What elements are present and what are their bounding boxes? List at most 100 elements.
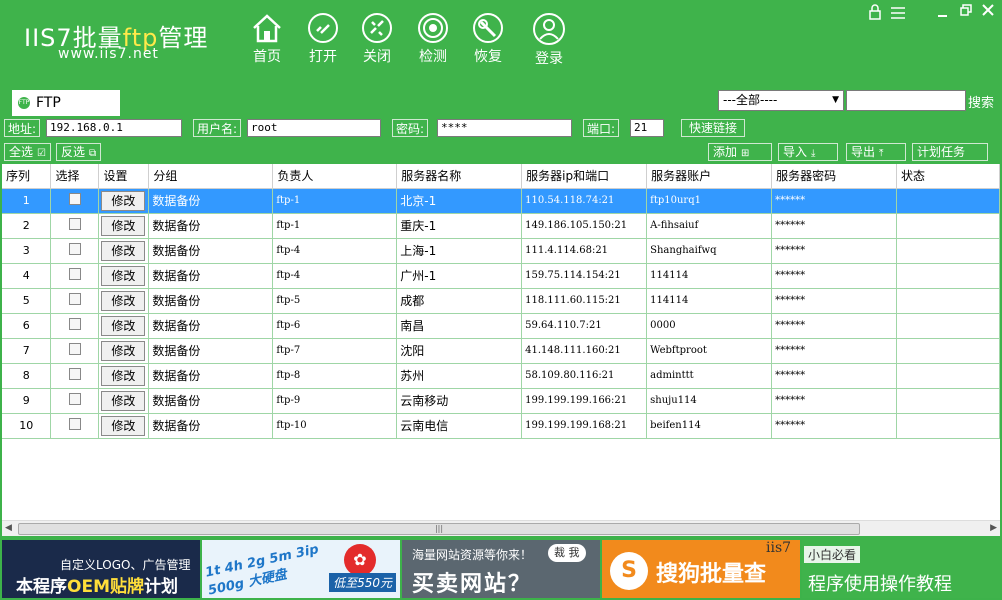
row-password: ******: [771, 288, 898, 314]
ad-banner-oem[interactable]: 自定义LOGO、广告管理 本程序OEM贴牌计划: [2, 540, 200, 598]
row-select-checkbox[interactable]: [68, 343, 81, 355]
row-select-checkbox[interactable]: [68, 268, 81, 280]
table-row[interactable]: 8 修改 数据备份 ftp-8 苏州 58.109.80.116:21 adminttt **…: [2, 363, 1000, 389]
scrollbar-thumb[interactable]: |||: [18, 523, 860, 535]
row-select-checkbox[interactable]: [68, 418, 81, 430]
table-row[interactable]: 3 修改 数据备份 ftp-4 上海-1 111.4.114.68:21 Shanghaif…: [2, 238, 1000, 264]
add-button[interactable]: 添加 ⊞: [708, 143, 772, 161]
row-select-checkbox[interactable]: [68, 293, 81, 305]
close-window-icon[interactable]: [982, 4, 994, 20]
invert-selection-button[interactable]: 反选 ⧉: [56, 143, 102, 161]
nav-login-button[interactable]: 登录: [524, 12, 574, 68]
export-button[interactable]: 导出 ⤒: [846, 143, 906, 161]
address-field[interactable]: 192.168.0.1: [46, 119, 182, 137]
row-server-name: 重庆-1: [396, 213, 523, 239]
row-select-checkbox[interactable]: [68, 193, 81, 205]
table-row[interactable]: 2 修改 数据备份 ftp-1 重庆-1 149.186.105.150:21 A-fihs…: [2, 213, 1000, 239]
search-input[interactable]: [846, 90, 966, 111]
row-group: 数据备份: [148, 263, 274, 289]
row-account: 0000: [646, 313, 773, 339]
edit-button[interactable]: 修改: [101, 315, 146, 336]
col-header-account[interactable]: 服务器账户: [646, 164, 773, 189]
select-all-button[interactable]: 全选 ☑: [4, 143, 51, 161]
quick-connect-button[interactable]: 快速链接: [681, 119, 745, 137]
ad-banner-tutorial[interactable]: 小白必看 程序使用操作教程: [802, 540, 1000, 598]
edit-button[interactable]: 修改: [101, 340, 146, 361]
row-select-checkbox[interactable]: [68, 243, 81, 255]
row-status: [896, 363, 1000, 389]
home-icon: [253, 14, 281, 43]
edit-button[interactable]: 修改: [101, 190, 146, 211]
ad-oem-line2: 本程序OEM贴牌计划: [16, 577, 178, 597]
row-status: [896, 263, 1000, 289]
menu-icon[interactable]: [890, 6, 906, 24]
row-group: 数据备份: [148, 313, 274, 339]
table-row[interactable]: 7 修改 数据备份 ftp-7 沈阳 41.148.111.160:21 Webftproo…: [2, 338, 1000, 364]
row-password: ******: [771, 388, 898, 414]
ad-banner-server[interactable]: 1t 4h 2g 5m 3ip 500g 大硬盘 ✿ 低至550元: [202, 540, 400, 598]
import-button[interactable]: 导入 ⤓: [778, 143, 838, 161]
table-row[interactable]: 10 修改 数据备份 ftp-10 云南电信 199.199.199.168:21 beif…: [2, 413, 1000, 439]
row-select-checkbox[interactable]: [68, 218, 81, 230]
horizontal-scrollbar[interactable]: ◀ ||| ▶: [2, 520, 1000, 536]
col-header-server-ip[interactable]: 服务器ip和端口: [521, 164, 648, 189]
table-row[interactable]: 5 修改 数据备份 ftp-5 成都 118.111.60.115:21 114114 ***…: [2, 288, 1000, 314]
table-row[interactable]: 9 修改 数据备份 ftp-9 云南移动 199.199.199.166:21 shuju1…: [2, 388, 1000, 414]
scroll-left-icon[interactable]: ◀: [5, 523, 12, 533]
nav-detect-button[interactable]: 检测: [408, 12, 458, 68]
group-filter-select[interactable]: ---全部---- ▼: [718, 90, 844, 111]
row-group: 数据备份: [148, 238, 274, 264]
tab-ftp[interactable]: FTP FTP: [12, 90, 120, 116]
nav-restore-label: 恢复: [474, 49, 502, 65]
search-button[interactable]: 搜索: [968, 92, 994, 111]
edit-button[interactable]: 修改: [101, 240, 146, 261]
password-field[interactable]: ****: [437, 119, 572, 137]
nav-home-button[interactable]: 首页: [242, 12, 292, 68]
col-header-status[interactable]: 状态: [896, 164, 1000, 189]
edit-button[interactable]: 修改: [101, 390, 146, 411]
col-header-select[interactable]: 选择: [50, 164, 100, 189]
row-account: beifen114: [646, 413, 773, 439]
minimize-icon[interactable]: [938, 6, 948, 22]
restore-window-icon[interactable]: [960, 4, 972, 20]
row-select-checkbox[interactable]: [68, 368, 81, 380]
col-header-settings[interactable]: 设置: [98, 164, 150, 189]
row-group: 数据备份: [148, 388, 274, 414]
row-server-ip: 111.4.114.68:21: [521, 238, 648, 264]
ad-tutorial-tag: 小白必看: [804, 546, 861, 563]
user-icon: [533, 13, 565, 45]
edit-button[interactable]: 修改: [101, 215, 146, 236]
row-server-ip: 41.148.111.160:21: [521, 338, 648, 364]
schedule-task-button[interactable]: 计划任务: [912, 143, 988, 161]
col-header-group[interactable]: 分组: [148, 164, 274, 189]
edit-button[interactable]: 修改: [101, 290, 146, 311]
port-field[interactable]: 21: [630, 119, 664, 137]
col-header-owner[interactable]: 负责人: [272, 164, 398, 189]
ad-banner-sogou[interactable]: iis7 S 搜狗批量查: [602, 540, 800, 598]
row-select-checkbox[interactable]: [68, 318, 81, 330]
col-header-password[interactable]: 服务器密码: [771, 164, 898, 189]
nav-open-button[interactable]: 打开: [298, 12, 348, 68]
scroll-right-icon[interactable]: ▶: [990, 523, 997, 533]
table-row[interactable]: 4 修改 数据备份 ftp-4 广州-1 159.75.114.154:21 114114 *…: [2, 263, 1000, 289]
app-header: IIS7批量ftp管理 www.iis7.net 首页 打开 关闭 检测 恢复 …: [0, 0, 1002, 80]
nav-close-button[interactable]: 关闭: [352, 12, 402, 68]
table-row[interactable]: 1 修改 数据备份 ftp-1 北京-1 110.54.118.74:21 ftp10urq…: [2, 188, 1000, 214]
row-select-checkbox[interactable]: [68, 393, 81, 405]
ad-banner-site-trade[interactable]: 海量网站资源等你来！ 裁 我 买卖网站？: [402, 540, 600, 598]
ad-sogou-title: 搜狗批量查: [656, 562, 767, 587]
nav-restore-button[interactable]: 恢复: [463, 12, 513, 68]
username-field[interactable]: root: [247, 119, 381, 137]
edit-button[interactable]: 修改: [101, 365, 146, 386]
col-header-index[interactable]: 序列: [2, 164, 52, 189]
col-header-server-name[interactable]: 服务器名称: [396, 164, 523, 189]
edit-button[interactable]: 修改: [101, 265, 146, 286]
lock-icon[interactable]: [868, 4, 882, 24]
row-account: 114114: [646, 263, 773, 289]
row-status: [896, 288, 1000, 314]
row-owner: ftp-8: [272, 363, 398, 389]
port-label: 端口:: [583, 119, 620, 137]
edit-button[interactable]: 修改: [101, 415, 146, 436]
table-row[interactable]: 6 修改 数据备份 ftp-6 南昌 59.64.110.7:21 0000 ******: [2, 313, 1000, 339]
row-password: ******: [771, 338, 898, 364]
